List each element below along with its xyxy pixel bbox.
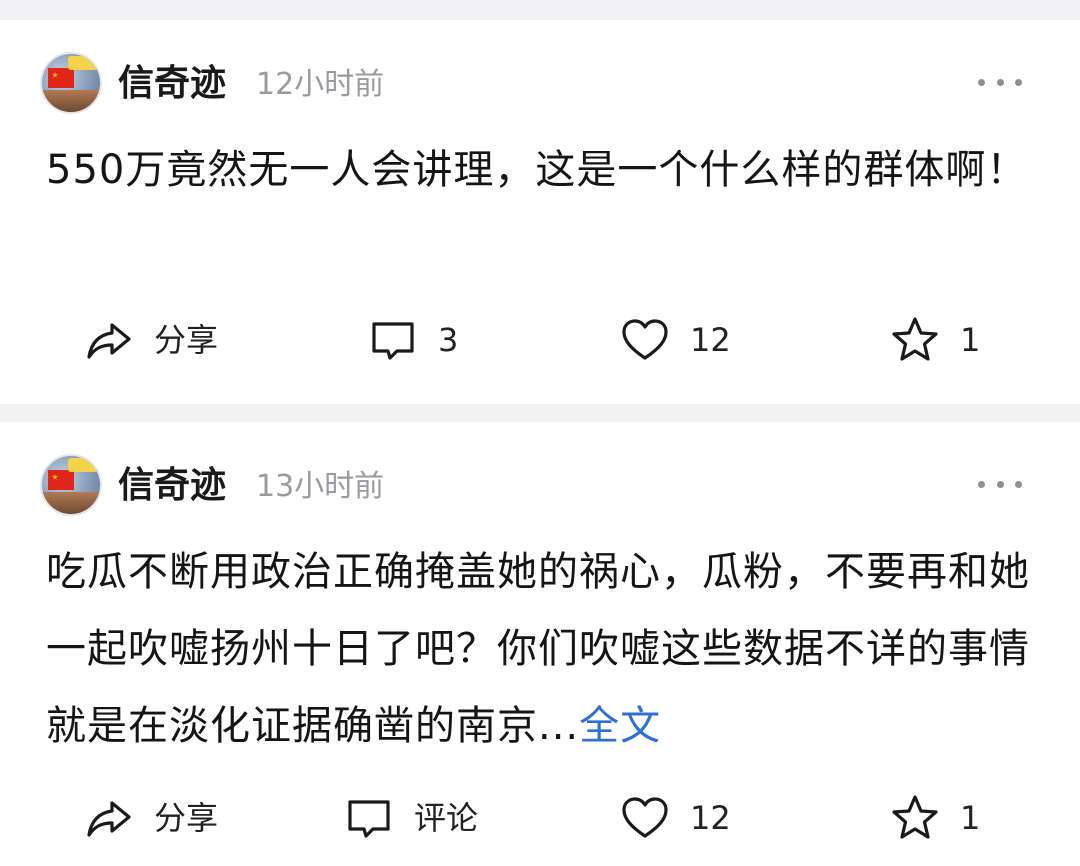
flag-icon — [48, 470, 74, 490]
feed: 信奇迹 12小时前 550万竟然无一人会讲理，这是一个什么样的群体啊！ 分享 3 — [0, 0, 1080, 866]
post-header: 信奇迹 13小时前 — [40, 454, 1040, 518]
like-button[interactable]: 12 — [620, 788, 731, 848]
like-count: 12 — [690, 799, 731, 837]
post-time: 12小时前 — [256, 67, 385, 102]
comment-bubble-icon — [348, 800, 390, 838]
like-button[interactable]: 12 — [620, 310, 731, 370]
post-content-text: 550万竟然无一人会讲理，这是一个什么样的群体啊！ — [46, 147, 1028, 193]
like-count: 12 — [690, 321, 731, 359]
feed-top-separator — [0, 0, 1080, 20]
flag-icon — [48, 68, 74, 88]
post-actions: 分享 3 12 1 — [0, 310, 1080, 370]
more-dots-icon[interactable] — [978, 70, 1022, 94]
share-button[interactable]: 分享 — [84, 788, 218, 848]
post-actions: 分享 评论 12 1 — [0, 788, 1080, 848]
avatar-sign — [68, 56, 98, 70]
share-label: 分享 — [154, 321, 219, 359]
post-content[interactable]: 吃瓜不断用政治正确掩盖她的祸心，瓜粉，不要再和她一起吹嘘扬州十日了吧？你们吹嘘这… — [46, 534, 1038, 765]
comment-label: 评论 — [414, 799, 479, 837]
comment-bubble-icon — [372, 322, 414, 360]
favorite-button[interactable]: 1 — [890, 310, 980, 370]
avatar-sign — [68, 458, 98, 472]
share-label: 分享 — [154, 799, 219, 837]
post-time: 13小时前 — [256, 469, 385, 504]
post-content[interactable]: 550万竟然无一人会讲理，这是一个什么样的群体啊！ — [46, 132, 1038, 209]
avatar[interactable] — [40, 52, 102, 114]
favorite-count: 1 — [960, 321, 981, 359]
post-header: 信奇迹 12小时前 — [40, 52, 1040, 116]
comment-button[interactable]: 3 — [368, 310, 458, 370]
heart-icon — [622, 319, 668, 360]
star-icon — [892, 317, 938, 361]
avatar-crowd — [42, 492, 100, 514]
comment-count: 3 — [438, 321, 459, 359]
star-icon — [892, 795, 938, 839]
author-name[interactable]: 信奇迹 — [118, 464, 226, 508]
more-dots-icon[interactable] — [978, 472, 1022, 496]
post-card[interactable]: 信奇迹 12小时前 550万竟然无一人会讲理，这是一个什么样的群体啊！ 分享 3 — [0, 20, 1080, 404]
author-name[interactable]: 信奇迹 — [118, 62, 226, 106]
favorite-count: 1 — [960, 799, 981, 837]
share-button[interactable]: 分享 — [84, 310, 218, 370]
post-card[interactable]: 信奇迹 13小时前 吃瓜不断用政治正确掩盖她的祸心，瓜粉，不要再和她一起吹嘘扬州… — [0, 422, 1080, 866]
share-arrow-icon — [87, 323, 131, 359]
heart-icon — [622, 797, 668, 838]
share-arrow-icon — [87, 801, 131, 837]
comment-button[interactable]: 评论 — [344, 788, 478, 848]
post-content-text: 吃瓜不断用政治正确掩盖她的祸心，瓜粉，不要再和她一起吹嘘扬州十日了吧？你们吹嘘这… — [46, 549, 1030, 749]
avatar-crowd — [42, 90, 100, 112]
avatar[interactable] — [40, 454, 102, 516]
favorite-button[interactable]: 1 — [890, 788, 980, 848]
full-text-link[interactable]: 全文 — [579, 703, 661, 749]
